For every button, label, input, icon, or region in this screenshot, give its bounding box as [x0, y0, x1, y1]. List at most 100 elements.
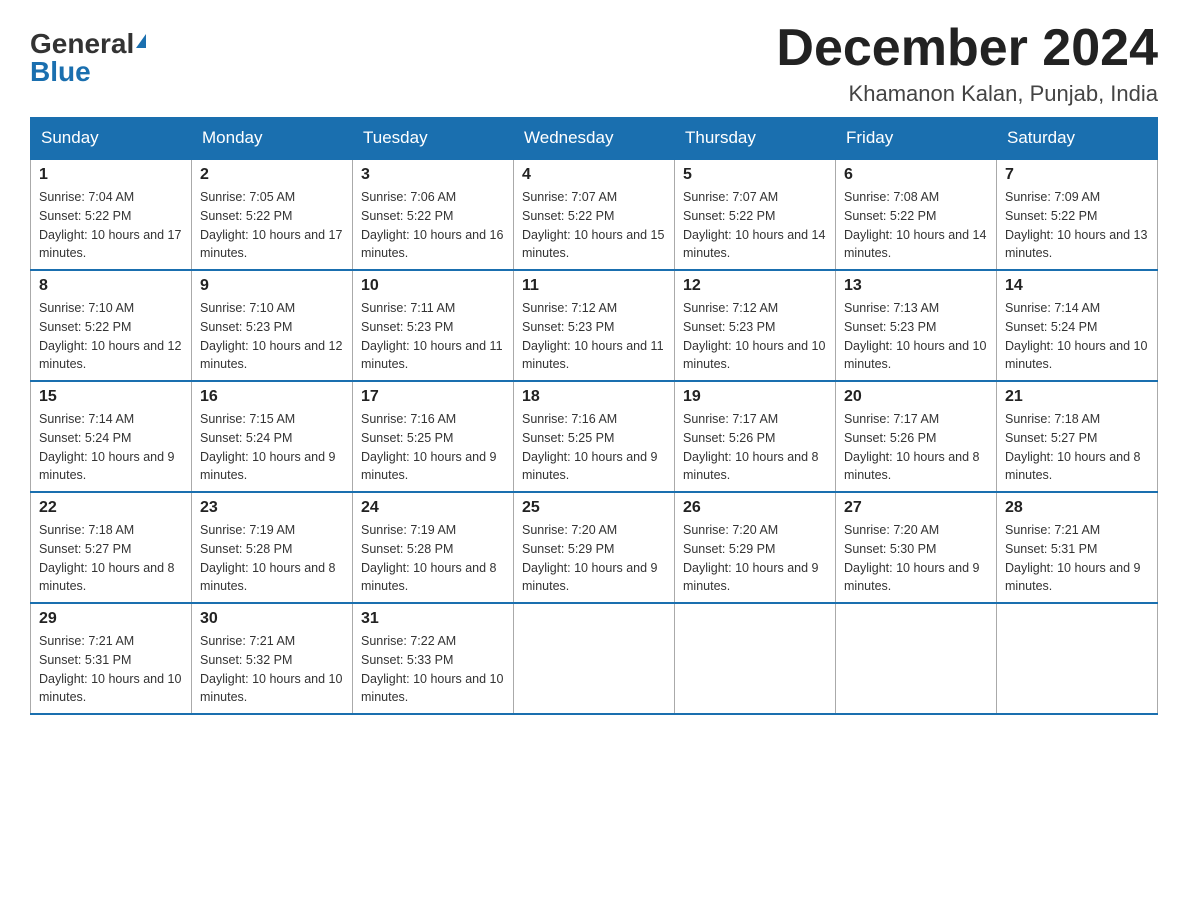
calendar-cell: 22Sunrise: 7:18 AMSunset: 5:27 PMDayligh…: [31, 492, 192, 603]
day-info: Sunrise: 7:20 AMSunset: 5:29 PMDaylight:…: [683, 521, 827, 596]
day-info: Sunrise: 7:18 AMSunset: 5:27 PMDaylight:…: [1005, 410, 1149, 485]
day-info: Sunrise: 7:16 AMSunset: 5:25 PMDaylight:…: [361, 410, 505, 485]
day-info: Sunrise: 7:22 AMSunset: 5:33 PMDaylight:…: [361, 632, 505, 707]
calendar-cell: 20 Sunrise: 7:17 AMSunset: 5:26 PMDayligh…: [836, 381, 997, 492]
day-number: 17: [361, 388, 505, 406]
day-info: Sunrise: 7:04 AMSunset: 5:22 PMDaylight:…: [39, 188, 183, 263]
calendar-cell: 12 Sunrise: 7:12 AMSunset: 5:23 PMDayligh…: [675, 270, 836, 381]
calendar-week-row: 29 Sunrise: 7:21 AMSunset: 5:31 PMDayligh…: [31, 603, 1158, 714]
day-number: 26: [683, 499, 827, 517]
calendar-cell: [836, 603, 997, 714]
calendar-cell: [675, 603, 836, 714]
page-header: General Blue December 2024 Khamanon Kala…: [30, 20, 1158, 107]
day-number: 2: [200, 166, 344, 184]
day-number: 12: [683, 277, 827, 295]
day-number: 6: [844, 166, 988, 184]
day-number: 29: [39, 610, 183, 628]
logo-blue: Blue: [30, 58, 91, 86]
day-number: 1: [39, 166, 183, 184]
day-info: Sunrise: 7:08 AMSunset: 5:22 PMDaylight:…: [844, 188, 988, 263]
day-info: Sunrise: 7:13 AMSunset: 5:23 PMDaylight:…: [844, 299, 988, 374]
day-info: Sunrise: 7:21 AMSunset: 5:31 PMDaylight:…: [1005, 521, 1149, 596]
month-title: December 2024: [776, 20, 1158, 77]
calendar-cell: 3 Sunrise: 7:06 AMSunset: 5:22 PMDaylight…: [353, 159, 514, 270]
day-number: 9: [200, 277, 344, 295]
day-info: Sunrise: 7:21 AMSunset: 5:32 PMDaylight:…: [200, 632, 344, 707]
day-number: 13: [844, 277, 988, 295]
calendar-cell: 28 Sunrise: 7:21 AMSunset: 5:31 PMDayligh…: [997, 492, 1158, 603]
day-number: 30: [200, 610, 344, 628]
calendar-header-saturday: Saturday: [997, 118, 1158, 160]
day-number: 10: [361, 277, 505, 295]
day-number: 18: [522, 388, 666, 406]
calendar-cell: [997, 603, 1158, 714]
calendar-week-row: 15Sunrise: 7:14 AMSunset: 5:24 PMDayligh…: [31, 381, 1158, 492]
day-info: Sunrise: 7:07 AMSunset: 5:22 PMDaylight:…: [522, 188, 666, 263]
calendar-week-row: 1 Sunrise: 7:04 AMSunset: 5:22 PMDaylight…: [31, 159, 1158, 270]
day-number: 19: [683, 388, 827, 406]
logo-triangle-icon: [136, 34, 146, 48]
calendar-cell: 9Sunrise: 7:10 AMSunset: 5:23 PMDaylight…: [192, 270, 353, 381]
day-number: 23: [200, 499, 344, 517]
day-info: Sunrise: 7:11 AMSunset: 5:23 PMDaylight:…: [361, 299, 505, 374]
day-number: 27: [844, 499, 988, 517]
calendar-cell: 11 Sunrise: 7:12 AMSunset: 5:23 PMDayligh…: [514, 270, 675, 381]
calendar-cell: 27Sunrise: 7:20 AMSunset: 5:30 PMDayligh…: [836, 492, 997, 603]
day-number: 20: [844, 388, 988, 406]
day-info: Sunrise: 7:05 AMSunset: 5:22 PMDaylight:…: [200, 188, 344, 263]
calendar-cell: 30 Sunrise: 7:21 AMSunset: 5:32 PMDayligh…: [192, 603, 353, 714]
calendar-cell: 7 Sunrise: 7:09 AMSunset: 5:22 PMDaylight…: [997, 159, 1158, 270]
day-info: Sunrise: 7:06 AMSunset: 5:22 PMDaylight:…: [361, 188, 505, 263]
calendar-cell: 17 Sunrise: 7:16 AMSunset: 5:25 PMDayligh…: [353, 381, 514, 492]
calendar-header-tuesday: Tuesday: [353, 118, 514, 160]
calendar-header-sunday: Sunday: [31, 118, 192, 160]
calendar-header-friday: Friday: [836, 118, 997, 160]
calendar-week-row: 22Sunrise: 7:18 AMSunset: 5:27 PMDayligh…: [31, 492, 1158, 603]
location: Khamanon Kalan, Punjab, India: [776, 81, 1158, 107]
calendar-cell: 19Sunrise: 7:17 AMSunset: 5:26 PMDayligh…: [675, 381, 836, 492]
day-number: 4: [522, 166, 666, 184]
day-info: Sunrise: 7:19 AMSunset: 5:28 PMDaylight:…: [200, 521, 344, 596]
calendar-cell: 4 Sunrise: 7:07 AMSunset: 5:22 PMDaylight…: [514, 159, 675, 270]
calendar-cell: 31Sunrise: 7:22 AMSunset: 5:33 PMDayligh…: [353, 603, 514, 714]
day-number: 7: [1005, 166, 1149, 184]
calendar-cell: 15Sunrise: 7:14 AMSunset: 5:24 PMDayligh…: [31, 381, 192, 492]
day-number: 24: [361, 499, 505, 517]
day-number: 11: [522, 277, 666, 295]
title-area: December 2024 Khamanon Kalan, Punjab, In…: [776, 20, 1158, 107]
day-number: 3: [361, 166, 505, 184]
calendar-header-thursday: Thursday: [675, 118, 836, 160]
day-number: 22: [39, 499, 183, 517]
calendar-cell: 14 Sunrise: 7:14 AMSunset: 5:24 PMDayligh…: [997, 270, 1158, 381]
day-info: Sunrise: 7:10 AMSunset: 5:22 PMDaylight:…: [39, 299, 183, 374]
day-number: 16: [200, 388, 344, 406]
logo-general: General: [30, 30, 134, 58]
day-info: Sunrise: 7:21 AMSunset: 5:31 PMDaylight:…: [39, 632, 183, 707]
calendar-cell: 25Sunrise: 7:20 AMSunset: 5:29 PMDayligh…: [514, 492, 675, 603]
calendar-cell: 13 Sunrise: 7:13 AMSunset: 5:23 PMDayligh…: [836, 270, 997, 381]
day-info: Sunrise: 7:09 AMSunset: 5:22 PMDaylight:…: [1005, 188, 1149, 263]
day-number: 21: [1005, 388, 1149, 406]
day-info: Sunrise: 7:19 AMSunset: 5:28 PMDaylight:…: [361, 521, 505, 596]
calendar-header-wednesday: Wednesday: [514, 118, 675, 160]
calendar-header-monday: Monday: [192, 118, 353, 160]
day-number: 14: [1005, 277, 1149, 295]
calendar-cell: 10 Sunrise: 7:11 AMSunset: 5:23 PMDayligh…: [353, 270, 514, 381]
day-info: Sunrise: 7:16 AMSunset: 5:25 PMDaylight:…: [522, 410, 666, 485]
calendar-cell: 29 Sunrise: 7:21 AMSunset: 5:31 PMDayligh…: [31, 603, 192, 714]
calendar-week-row: 8Sunrise: 7:10 AMSunset: 5:22 PMDaylight…: [31, 270, 1158, 381]
calendar-cell: 24 Sunrise: 7:19 AMSunset: 5:28 PMDayligh…: [353, 492, 514, 603]
calendar-cell: 8Sunrise: 7:10 AMSunset: 5:22 PMDaylight…: [31, 270, 192, 381]
day-info: Sunrise: 7:12 AMSunset: 5:23 PMDaylight:…: [683, 299, 827, 374]
calendar-cell: 18 Sunrise: 7:16 AMSunset: 5:25 PMDayligh…: [514, 381, 675, 492]
calendar-header-row: SundayMondayTuesdayWednesdayThursdayFrid…: [31, 118, 1158, 160]
day-number: 28: [1005, 499, 1149, 517]
calendar-cell: 1 Sunrise: 7:04 AMSunset: 5:22 PMDaylight…: [31, 159, 192, 270]
day-number: 15: [39, 388, 183, 406]
day-info: Sunrise: 7:12 AMSunset: 5:23 PMDaylight:…: [522, 299, 666, 374]
day-info: Sunrise: 7:17 AMSunset: 5:26 PMDaylight:…: [844, 410, 988, 485]
day-number: 25: [522, 499, 666, 517]
calendar-cell: [514, 603, 675, 714]
day-info: Sunrise: 7:14 AMSunset: 5:24 PMDaylight:…: [1005, 299, 1149, 374]
day-info: Sunrise: 7:07 AMSunset: 5:22 PMDaylight:…: [683, 188, 827, 263]
